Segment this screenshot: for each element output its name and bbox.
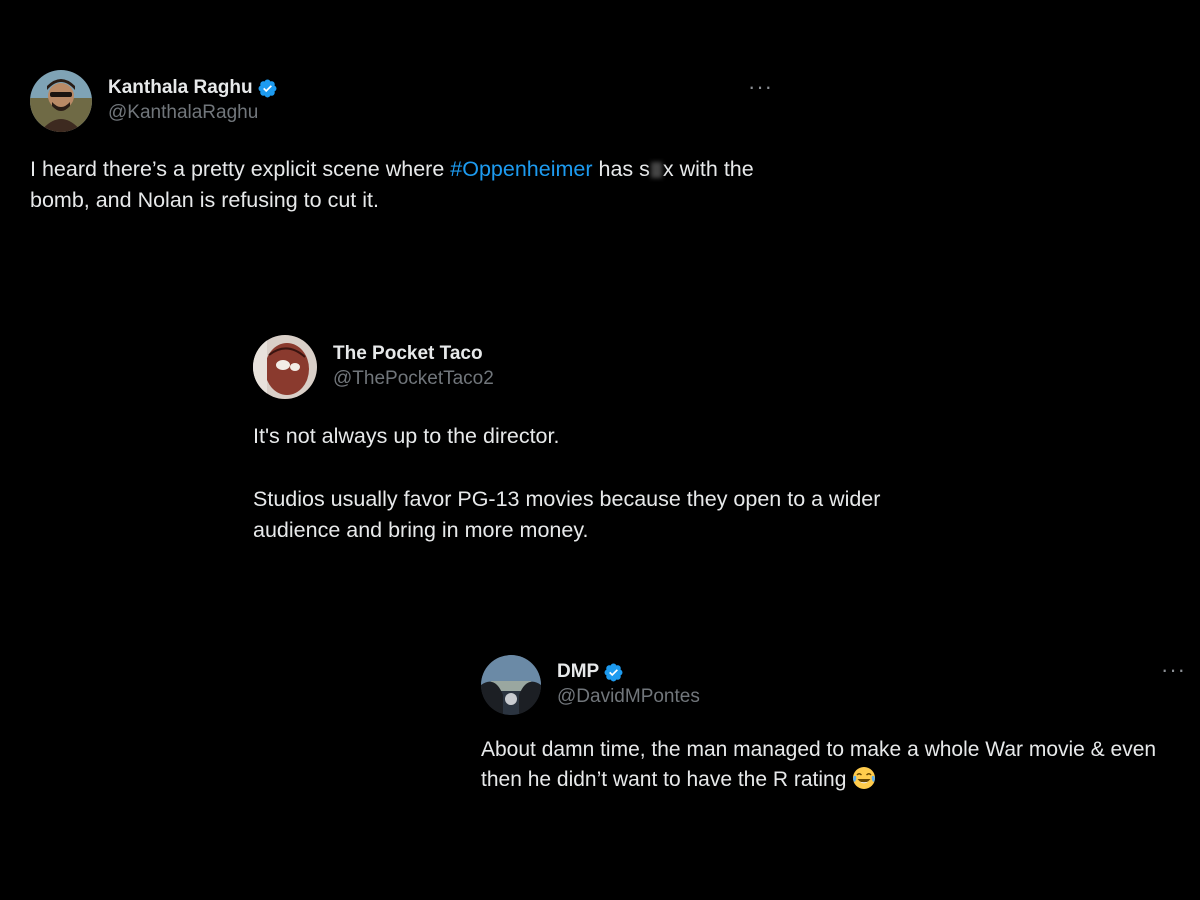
handle[interactable]: @DavidMPontes: [557, 684, 700, 710]
tweet-kanthala-raghu[interactable]: Kanthala Raghu @KanthalaRaghu ··· I hear…: [30, 70, 790, 216]
verified-badge-icon: [258, 79, 277, 97]
tweet-text-part: I heard there’s a pretty explicit scene …: [30, 157, 451, 181]
display-name[interactable]: Kanthala Raghu: [108, 76, 253, 100]
tweet-text: It's not always up to the director. Stud…: [253, 421, 973, 546]
more-options-icon[interactable]: ···: [748, 76, 773, 98]
avatar[interactable]: [30, 70, 92, 132]
avatar[interactable]: [253, 335, 317, 399]
handle[interactable]: @KanthalaRaghu: [108, 100, 278, 126]
hashtag-link[interactable]: #Oppenheimer: [450, 157, 592, 181]
tweet-text-part: has s: [592, 157, 650, 181]
author-names: Kanthala Raghu @KanthalaRaghu: [108, 76, 278, 126]
more-options-icon[interactable]: ···: [1161, 659, 1186, 681]
name-row: DMP: [557, 660, 700, 684]
name-row: The Pocket Taco: [333, 342, 494, 366]
tweet-text-part: About damn time, the man managed to make…: [481, 738, 1157, 791]
author-names: DMP @DavidMPontes: [557, 660, 700, 710]
tweet-the-pocket-taco[interactable]: The Pocket Taco @ThePocketTaco2 It's not…: [253, 335, 973, 546]
avatar[interactable]: [481, 655, 541, 715]
censor-blur: [650, 162, 662, 178]
display-name[interactable]: The Pocket Taco: [333, 342, 483, 366]
tweet-paragraph: Studios usually favor PG-13 movies becau…: [253, 487, 881, 542]
tweet-dmp[interactable]: DMP @DavidMPontes ··· About damn time, t…: [481, 655, 1196, 795]
handle[interactable]: @ThePocketTaco2: [333, 366, 494, 392]
face-with-tears-of-joy-icon: [853, 767, 876, 789]
display-name[interactable]: DMP: [557, 660, 599, 684]
tweet-header: Kanthala Raghu @KanthalaRaghu: [30, 70, 790, 132]
tweet-header: The Pocket Taco @ThePocketTaco2: [253, 335, 973, 399]
author-names: The Pocket Taco @ThePocketTaco2: [333, 342, 494, 392]
tweet-text: I heard there’s a pretty explicit scene …: [30, 154, 790, 216]
verified-badge-icon: [604, 663, 623, 681]
tweet-header: DMP @DavidMPontes: [481, 655, 1196, 715]
tweet-text: About damn time, the man managed to make…: [481, 735, 1196, 795]
name-row: Kanthala Raghu: [108, 76, 278, 100]
tweet-paragraph: It's not always up to the director.: [253, 424, 560, 448]
